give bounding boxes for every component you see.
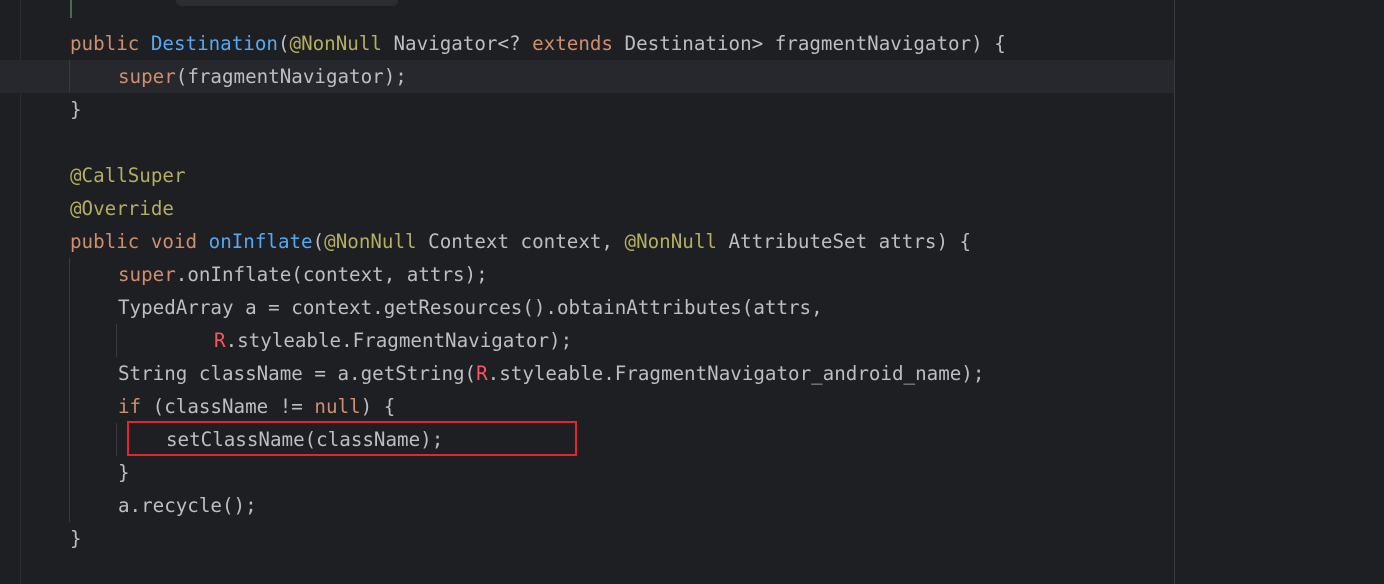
code-line-recycle[interactable]: a.recycle(); (118, 489, 257, 522)
brace-text: ) { (360, 395, 396, 418)
inlay-hint-popup (176, 0, 398, 6)
constructor-name: Destination (150, 32, 278, 55)
code-line-callsuper-annotation[interactable]: @CallSuper (70, 159, 186, 192)
paren: ( (312, 230, 325, 253)
keyword-super: super (118, 65, 176, 88)
annotation-nonnull: @NonNull (624, 230, 717, 253)
param-text: AttributeSet attrs) { (716, 230, 972, 253)
indent-guide (116, 324, 117, 357)
red-highlight-box (127, 421, 577, 456)
r-class-reference: R (214, 329, 226, 352)
annotation-nonnull: @NonNull (324, 230, 417, 253)
code-line-override-annotation[interactable]: @Override (70, 192, 174, 225)
code-line-styleable-arg[interactable]: R.styleable.FragmentNavigator); (214, 324, 572, 357)
condition-text: (className != (141, 395, 315, 418)
right-margin-guide (1174, 0, 1175, 584)
statement-text: String className = a.getString( (118, 362, 477, 385)
indent-guide (116, 423, 117, 456)
param-text: Context context, (416, 230, 625, 253)
paren: ( (277, 32, 290, 55)
code-line-string-classname[interactable]: String className = a.getString(R.styleab… (118, 357, 984, 390)
call-text: .onInflate(context, attrs); (175, 263, 488, 286)
keyword-super: super (118, 263, 176, 286)
statement-text: .styleable.FragmentNavigator_android_nam… (487, 362, 985, 385)
keyword-extends: extends (532, 32, 613, 55)
code-line-if-statement[interactable]: if (className != null) { (118, 390, 395, 423)
method-name: onInflate (208, 230, 313, 253)
code-line-constructor-signature[interactable]: public Destination(@NonNull Navigator<? … (70, 27, 1006, 60)
keyword-null: null (314, 395, 361, 418)
styleable-text: .styleable.FragmentNavigator); (225, 329, 573, 352)
param-text: Destination> fragmentNavigator) { (613, 32, 1006, 55)
keyword-public: public (70, 32, 140, 55)
code-line-method-close[interactable]: } (70, 522, 82, 555)
keyword-public-void: public void (70, 230, 198, 253)
annotation-nonnull: @NonNull (289, 32, 382, 55)
code-line-typed-array[interactable]: TypedArray a = context.getResources().ob… (118, 291, 823, 324)
code-line-oninflate-signature[interactable]: public void onInflate(@NonNull Context c… (70, 225, 971, 258)
indent-guide (69, 60, 70, 93)
code-line-if-close[interactable]: } (118, 456, 130, 489)
vcs-change-marker[interactable] (70, 0, 72, 18)
indent-guide (69, 258, 70, 522)
type-text: Navigator<? (381, 32, 533, 55)
keyword-if: if (118, 395, 142, 418)
call-args: (fragmentNavigator); (175, 65, 407, 88)
r-class-reference: R (476, 362, 488, 385)
code-editor[interactable]: public Destination(@NonNull Navigator<? … (0, 0, 1384, 584)
code-line-constructor-close[interactable]: } (70, 93, 82, 126)
code-line-super-call[interactable]: super(fragmentNavigator); (118, 60, 407, 93)
code-line-super-oninflate[interactable]: super.onInflate(context, attrs); (118, 258, 488, 291)
